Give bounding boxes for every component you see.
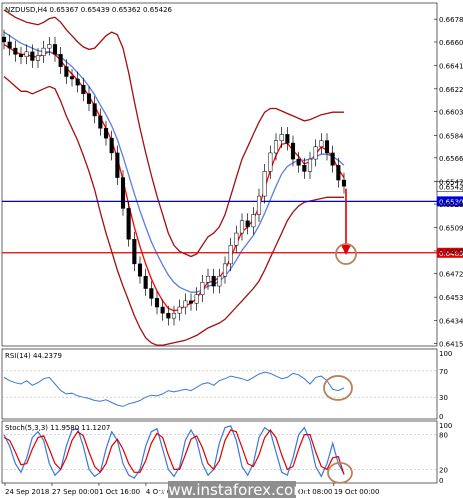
price-y-tick: 0.66600 [439, 39, 463, 47]
price-y-tick: 0.65095 [439, 225, 463, 233]
rsi-y-tick: 30 [439, 394, 448, 402]
stoch-y-tick: 100 [439, 422, 452, 430]
stoch-panel: 100 80 20 0 Stoch(5,3,3) 11.9580 11.1207 [1, 420, 452, 485]
x-tick: 24 Sep 2018 [5, 488, 49, 496]
price-y-tick: 0.65285 [439, 201, 463, 209]
price-y-tick: 0.65660 [439, 155, 463, 163]
price-panel: 0.653070.648900.65426 0.667850.666000.66… [1, 2, 463, 348]
stoch-title: Stoch(5,3,3) 11.9580 11.1207 [5, 424, 110, 432]
price-y-tick: 0.66785 [439, 16, 463, 24]
price-y-tick: 0.66035 [439, 109, 463, 117]
rsi-y-tick: 100 [439, 350, 452, 358]
rsi-title: RSI(14) 44.2379 [5, 352, 62, 360]
rsi-panel: 100 70 30 0 RSI(14) 44.2379 [1, 348, 452, 421]
rsi-y-tick: 70 [439, 368, 448, 376]
price-y-tick: 0.64155 [439, 340, 463, 348]
price-y-tick: 0.64905 [439, 248, 463, 256]
price-y-tick: 0.66410 [439, 62, 463, 70]
stoch-y-tick: 20 [439, 466, 448, 474]
price-y-tick: 0.65470 [439, 178, 463, 186]
stoch-y-tick: 80 [439, 432, 448, 440]
price-y-tick: 0.64720 [439, 271, 463, 279]
x-tick: 19 Oct 00:00 [334, 488, 380, 496]
x-tick: 1 Oct 16:00 [99, 488, 140, 496]
x-tick: 27 Sep 00:00 [52, 488, 99, 496]
stoch-y-tick: 0 [439, 477, 443, 485]
price-y-tick: 0.65840 [439, 133, 463, 141]
chart: 0.653070.648900.65426 0.667850.666000.66… [0, 0, 463, 500]
rsi-y-tick: 0 [439, 413, 443, 421]
price-y-tick: 0.66220 [439, 86, 463, 94]
chart-header: NZDUSD,H4 0.65367 0.65439 0.65362 0.6542… [5, 6, 173, 14]
watermark: www.instaforex.com [156, 481, 308, 499]
price-y-tick: 0.64530 [439, 294, 463, 302]
price-y-tick: 0.64340 [439, 318, 463, 326]
watermark-text: www.instaforex.com [156, 481, 308, 499]
